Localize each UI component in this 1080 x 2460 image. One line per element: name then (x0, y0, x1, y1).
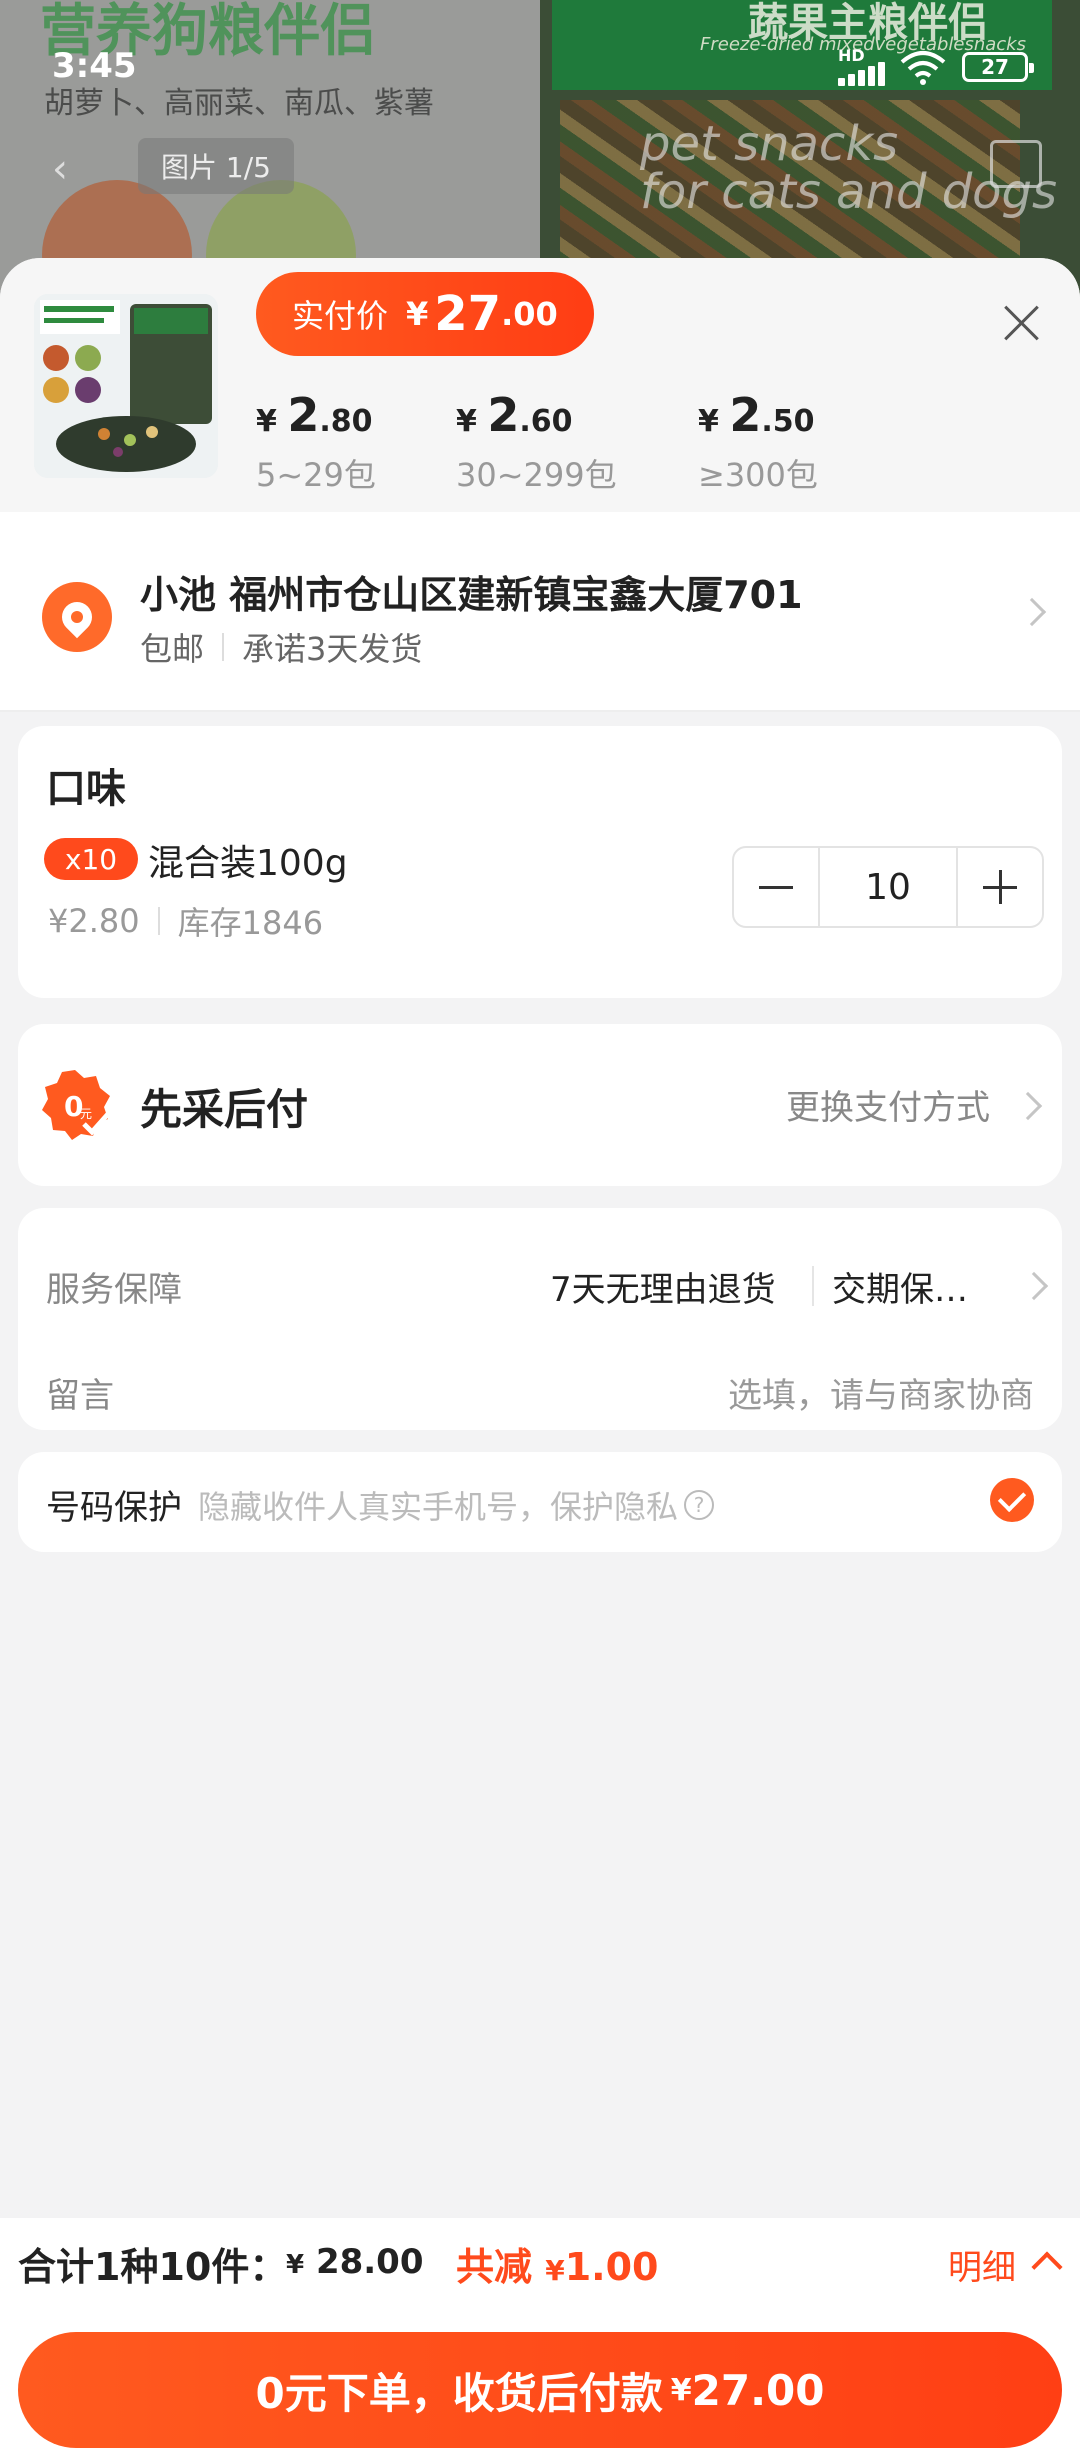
change-payment-link[interactable]: 更换支付方式 (786, 1080, 990, 1129)
chevron-right-icon (1019, 1271, 1049, 1301)
quantity-badge: x10 (44, 838, 138, 880)
quantity-input[interactable]: 10 (818, 848, 958, 926)
tier-price: ¥ 2.80 (256, 388, 376, 442)
tier-price-decimal: .50 (761, 404, 815, 439)
chevron-up-icon[interactable] (1031, 2251, 1063, 2283)
price-tier: ¥ 2.50 ≥300包 (698, 388, 818, 496)
pay-later-icon: 0 元 (42, 1070, 110, 1140)
status-time: 3:45 (52, 46, 137, 86)
number-protection-desc: 隐藏收件人真实手机号，保护隐私 ? (198, 1482, 715, 1528)
tier-price-decimal: .60 (519, 404, 573, 439)
summary-total-amount: 28.00 (315, 2242, 424, 2282)
location-pin-icon (42, 582, 112, 652)
price-tier: ¥ 2.60 30~299包 (456, 388, 617, 496)
divider (812, 1266, 814, 1306)
wifi-icon (900, 51, 946, 85)
chevron-right-icon (1013, 1091, 1043, 1121)
service-return[interactable]: 7天无理由退货 (550, 1262, 776, 1311)
submit-order-button[interactable]: 0元下单，收货后付款 ¥ 27.00 (18, 2332, 1062, 2448)
currency-symbol: ¥ (545, 2254, 565, 2287)
discount-amount: 1.00 (564, 2245, 659, 2289)
number-protection-text: 隐藏收件人真实手机号，保护隐私 (198, 1488, 679, 1526)
submit-amount: 27.00 (691, 2365, 825, 2415)
variant-stock: 库存1846 (177, 904, 324, 942)
submit-label: 0元下单，收货后付款 (255, 2368, 663, 2418)
variant-name[interactable]: 混合装100g (148, 834, 348, 886)
address-text: 小池 福州市仓山区建新镇宝鑫大厦701 (140, 573, 803, 617)
svg-text:元: 元 (80, 1107, 92, 1121)
tier-quantity: 5~29包 (256, 456, 376, 494)
free-shipping-label: 包邮 (140, 630, 205, 668)
currency-symbol: ¥ (286, 2250, 305, 2280)
quantity-stepper: 10 (732, 846, 1044, 928)
flavor-card: 口味 x10 混合装100g ¥2.80 库存1846 10 (18, 726, 1062, 998)
message-input[interactable]: 选填，请与商家协商 (728, 1368, 1034, 1417)
actual-price-decimal: .00 (501, 295, 558, 333)
tier-price: ¥ 2.50 (698, 388, 818, 442)
price-tier: ¥ 2.80 5~29包 (256, 388, 376, 496)
decrease-button[interactable] (734, 848, 818, 926)
tier-price: ¥ 2.60 (456, 388, 617, 442)
variant-unit-price: ¥2.80 (48, 902, 140, 940)
divider (157, 907, 160, 935)
divider (222, 633, 225, 661)
tier-currency: ¥ (256, 404, 277, 439)
tier-price-integer: 2 (729, 388, 762, 442)
battery-icon: 27 (962, 52, 1034, 82)
share-icon (990, 140, 1042, 188)
tier-quantity: ≥300包 (698, 456, 818, 494)
number-protection-label: 号码保护 (46, 1488, 182, 1528)
actual-price-label: 实付价 (292, 297, 389, 335)
summary-discount: 共减 ¥1.00 (456, 2236, 659, 2291)
chevron-left-icon: ‹ (52, 146, 68, 192)
currency-symbol: ¥ (406, 295, 429, 333)
discount-label: 共减 (456, 2245, 533, 2289)
battery-level: 27 (981, 55, 1009, 79)
help-icon[interactable]: ? (684, 1490, 715, 1520)
signal-icon (838, 62, 888, 86)
detail-link[interactable]: 明细 (948, 2240, 1016, 2289)
summary-total: ¥ 28.00 (286, 2242, 423, 2282)
checkout-bar: 合计1种10件： ¥ 28.00 共减 ¥1.00 明细 0元下单，收货后付款 … (0, 2218, 1080, 2460)
tier-price-decimal: .80 (319, 404, 373, 439)
service-delivery-guarantee[interactable]: 交期保… (832, 1262, 968, 1311)
address-row[interactable]: 小池 福州市仓山区建新镇宝鑫大厦701 包邮 承诺3天发货 (0, 512, 1080, 712)
ship-promise-label: 承诺3天发货 (242, 630, 423, 668)
actual-price-integer: 27 (434, 286, 502, 342)
summary-label: 合计1种10件： (18, 2245, 288, 2289)
number-protection-checkbox[interactable] (990, 1478, 1034, 1522)
order-sheet: 实付价 ¥ 27 .00 ¥ 2.80 5~29包 ¥ 2.60 30~299包… (0, 258, 1080, 2460)
pay-later-title: 先采后付 (140, 1085, 309, 1134)
increase-button[interactable] (958, 848, 1042, 926)
service-label: 服务保障 (46, 1270, 182, 1310)
tier-price-integer: 2 (487, 388, 520, 442)
variant-meta: ¥2.80 库存1846 (48, 898, 323, 944)
tier-currency: ¥ (456, 404, 477, 439)
image-counter: 图片 1/5 (138, 138, 294, 194)
sheet-header: 实付价 ¥ 27 .00 ¥ 2.80 5~29包 ¥ 2.60 30~299包… (0, 258, 1080, 512)
shipping-info: 包邮 承诺3天发货 (140, 624, 422, 670)
service-card: 服务保障 7天无理由退货 交期保… 留言 选填，请与商家协商 (18, 1208, 1062, 1430)
message-label: 留言 (46, 1376, 114, 1416)
actual-price-pill: 实付价 ¥ 27 .00 (256, 272, 594, 356)
tier-quantity: 30~299包 (456, 456, 617, 494)
product-thumbnail-image (34, 294, 218, 478)
tier-currency: ¥ (698, 404, 719, 439)
chevron-right-icon (1017, 597, 1047, 627)
status-bar: 3:45 HD 27 (0, 0, 1080, 130)
number-protection-card: 号码保护 隐藏收件人真实手机号，保护隐私 ? (18, 1452, 1062, 1552)
flavor-title: 口味 (46, 766, 126, 812)
close-icon[interactable] (996, 298, 1046, 348)
tier-price-integer: 2 (287, 388, 320, 442)
payment-card[interactable]: 0 元 先采后付 更换支付方式 (18, 1024, 1062, 1186)
currency-symbol: ¥ (670, 2372, 692, 2408)
product-thumbnail[interactable] (34, 294, 218, 478)
